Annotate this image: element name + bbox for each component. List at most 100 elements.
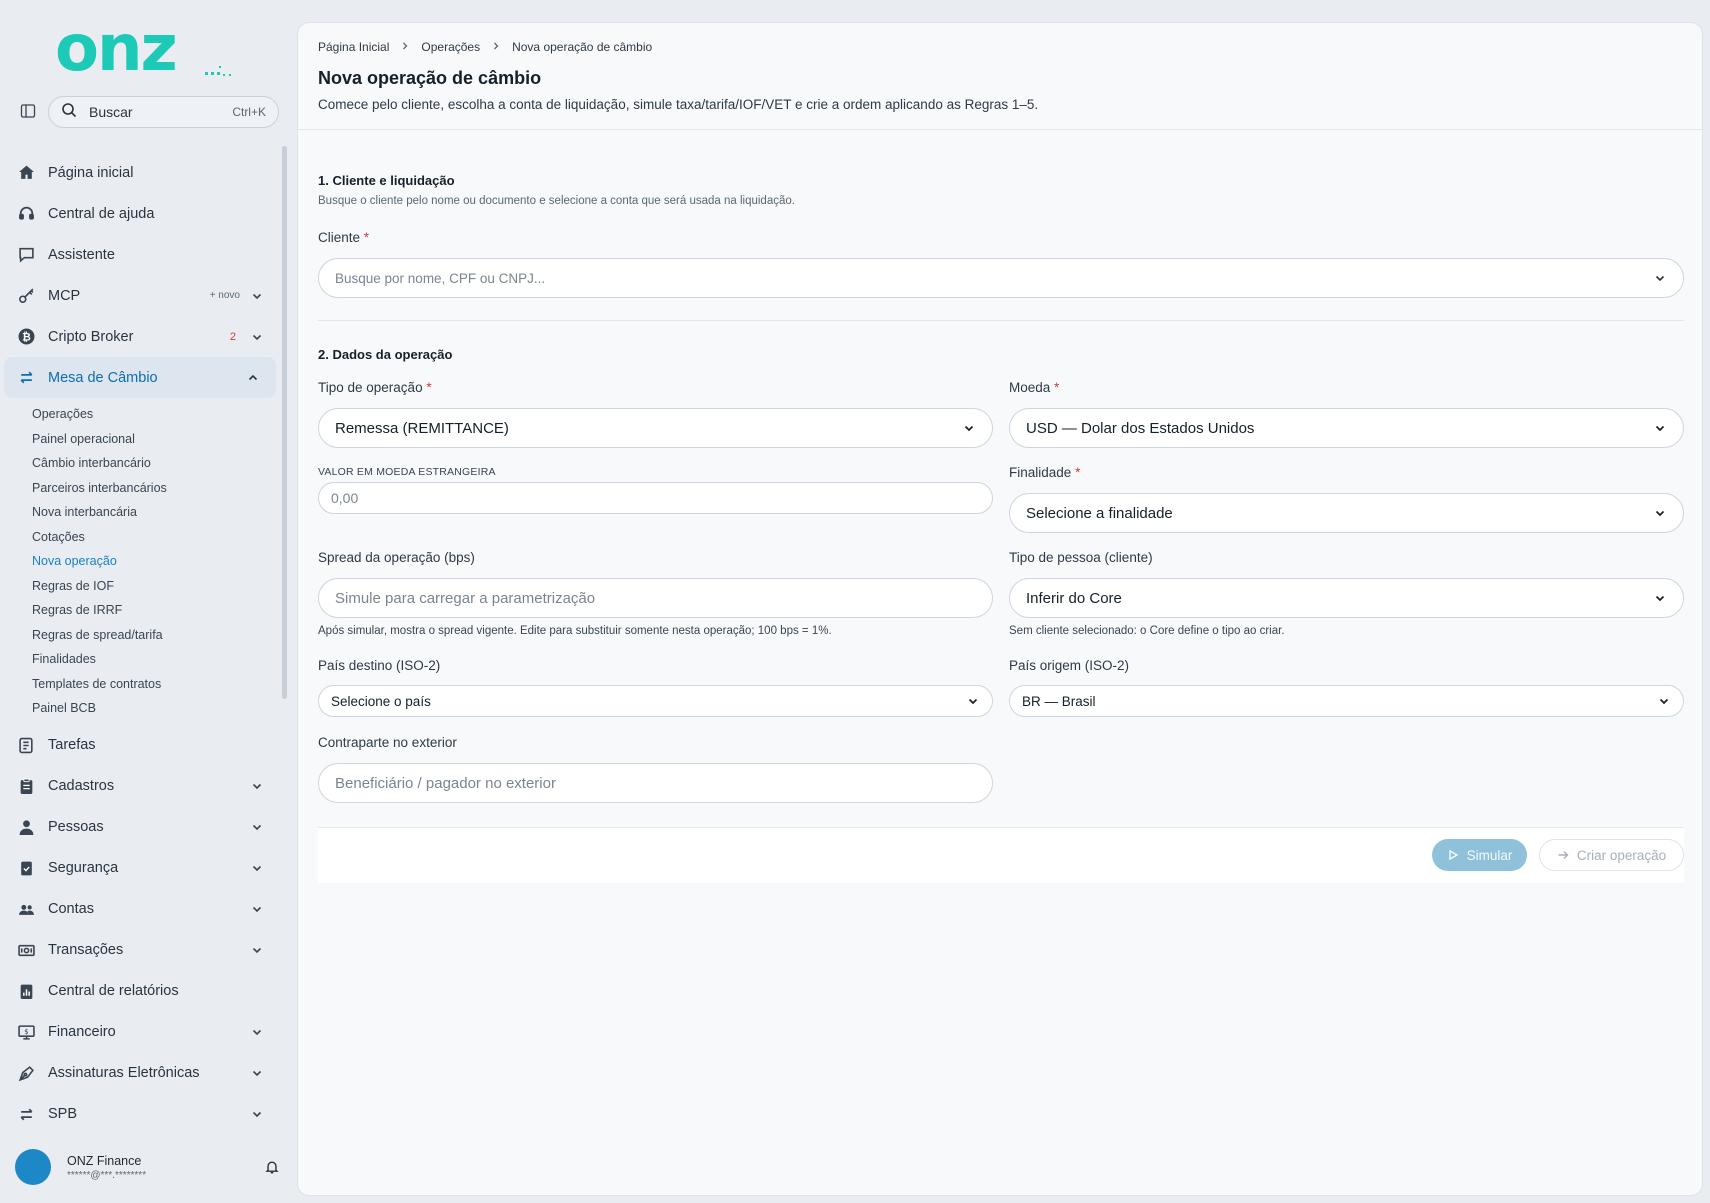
pais-destino-value: Selecione o país [331,693,431,709]
chevron-down-icon [250,861,264,875]
sidebar-item-central-de-ajuda[interactable]: Central de ajuda [0,193,280,234]
sidebar-item-contas[interactable]: Contas [0,889,280,930]
mesa-de-cambio-submenu: Operações Painel operacional Câmbio inte… [0,402,280,721]
tipo-operacao-select[interactable]: Remessa (REMITTANCE) [318,408,993,448]
pais-destino-select[interactable]: Selecione o país [318,685,993,717]
page-subtitle: Comece pelo cliente, escolha a conta de … [318,97,1039,112]
valor-placeholder: 0,00 [331,490,359,506]
user-profile[interactable]: ONZ Finance ******@***.******** [15,1147,280,1187]
submenu-item-nova-operacao[interactable]: Nova operação [32,549,280,574]
sidebar-item-cripto-broker[interactable]: ₿ Cripto Broker 2 [0,316,280,357]
cliente-label-text: Cliente [318,230,361,245]
sidebar-item-pessoas[interactable]: Pessoas [0,807,280,848]
sidebar-item-seguranca[interactable]: Segurança [0,848,280,889]
sidebar-item-pagina-inicial[interactable]: Página inicial [0,152,280,193]
moeda-select[interactable]: USD — Dolar dos Estados Unidos [1009,408,1684,448]
finalidade-select[interactable]: Selecione a finalidade [1009,493,1684,533]
sidebar-item-cadastros[interactable]: Cadastros [0,766,280,807]
sidebar-item-mesa-de-cambio[interactable]: Mesa de Câmbio [4,357,276,398]
finance-icon: $ [16,1022,36,1042]
sidebar-scrollbar[interactable] [282,146,287,699]
sidebar-item-mcp[interactable]: MCP + novo [0,275,280,316]
sidebar-item-label: Cadastros [48,778,115,794]
avatar [15,1149,51,1185]
submenu-item-regras-de-spread[interactable]: Regras de spread/tarifa [32,623,280,648]
sidebar-item-label: Central de ajuda [48,205,155,222]
home-icon [16,163,36,183]
section-cliente: 1. Cliente e liquidação Busque o cliente… [318,173,795,207]
page-title: Nova operação de câmbio [318,68,542,88]
people-icon [16,899,36,919]
exchange-icon [16,368,36,388]
section-title: 1. Cliente e liquidação [318,173,455,188]
create-operation-label: Criar operação [1576,847,1667,863]
signature-icon [16,1063,36,1083]
breadcrumb: Página Inicial Operações Nova operação d… [318,40,1682,54]
simulate-button[interactable]: Simular [1432,839,1527,871]
tipo-operacao-label-text: Tipo de operação [318,380,423,395]
user-name: ONZ Finance [67,1153,142,1168]
submenu-item-finalidades[interactable]: Finalidades [32,647,280,672]
required-marker: * [1075,465,1081,480]
section-description: Busque o cliente pelo nome ou documento … [318,195,795,207]
chevron-up-icon [246,371,260,385]
tipo-operacao-value: Remessa (REMITTANCE) [335,419,509,437]
submenu-item-painel-operacional[interactable]: Painel operacional [32,427,280,452]
sidebar-toggle-icon[interactable] [18,101,38,121]
sidebar-item-transacoes[interactable]: Transações [0,930,280,971]
submenu-item-parceiros-interbancarios[interactable]: Parceiros interbancários [32,476,280,501]
chevron-right-icon [492,41,500,53]
sidebar-item-label: Mesa de Câmbio [48,369,158,386]
chevron-down-icon [250,820,264,834]
user-email: ******@***.******** [67,1169,147,1181]
tasks-icon [16,735,36,755]
chevron-down-icon [1653,421,1667,435]
create-operation-button[interactable]: Criar operação [1539,839,1684,871]
contraparte-placeholder: Beneficiário / pagador no exterior [335,774,556,792]
breadcrumb-item-pagina-inicial[interactable]: Página Inicial [318,40,389,54]
submenu-item-regras-de-iof[interactable]: Regras de IOF [32,574,280,599]
valor-input[interactable]: 0,00 [318,482,993,514]
submenu-item-cambio-interbancario[interactable]: Câmbio interbancário [32,451,280,476]
submenu-item-cotacoes[interactable]: Cotações [32,525,280,550]
bell-icon[interactable] [264,1159,280,1175]
sidebar-item-label: Financeiro [48,1024,116,1040]
contraparte-input[interactable]: Beneficiário / pagador no exterior [318,763,993,803]
submenu-item-operacoes[interactable]: Operações [32,402,280,427]
pais-origem-value: BR — Brasil [1022,693,1096,709]
sidebar-item-spb[interactable]: SPB [0,1094,280,1135]
submenu-item-painel-bcb[interactable]: Painel BCB [32,696,280,721]
cliente-label: Cliente * [318,230,369,245]
sidebar-item-assistente[interactable]: Assistente [0,234,280,275]
headset-icon [16,204,36,224]
sidebar-item-label: Página inicial [48,164,134,181]
tipo-pessoa-select[interactable]: Inferir do Core [1009,578,1684,618]
tipo-pessoa-label: Tipo de pessoa (cliente) [1009,550,1153,565]
required-marker: * [363,230,370,245]
cliente-select[interactable]: Busque por nome, CPF ou CNPJ... [318,258,1684,298]
spread-input[interactable]: Simule para carregar a parametrização [318,578,993,618]
submenu-item-nova-interbancaria[interactable]: Nova interbancária [32,500,280,525]
search-input[interactable]: Buscar Ctrl+K [48,96,279,128]
submenu-item-regras-de-irrf[interactable]: Regras de IRRF [32,598,280,623]
tipo-pessoa-hint: Sem cliente selecionado: o Core define o… [1009,625,1285,637]
sidebar-item-central-de-relatorios[interactable]: Central de relatórios [0,971,280,1012]
user-info: ONZ Finance ******@***.******** [67,1154,264,1181]
breadcrumb-item-operacoes[interactable]: Operações [421,40,480,54]
sidebar-item-label: SPB [48,1106,78,1122]
moeda-value: USD — Dolar dos Estados Unidos [1026,419,1255,437]
sidebar-item-tarefas[interactable]: Tarefas [0,725,280,766]
pais-origem-select[interactable]: BR — Brasil [1009,685,1684,717]
sidebar-item-assinaturas-eletronicas[interactable]: Assinaturas Eletrônicas [0,1053,280,1094]
bitcoin-icon: ₿ [16,327,36,347]
onz-logo[interactable]: onz [55,12,235,86]
submenu-item-templates-de-contratos[interactable]: Templates de contratos [32,672,280,697]
svg-text:onz: onz [55,22,176,78]
chevron-down-icon [250,943,264,957]
tipo-operacao-label: Tipo de operação * [318,380,432,395]
required-marker: * [426,380,432,395]
sidebar-item-financeiro[interactable]: $ Financeiro [0,1012,280,1053]
sidebar-nav: Página inicial Central de ajuda Assisten… [0,152,280,1135]
shield-icon [16,858,36,878]
sidebar-item-label: MCP [48,287,81,304]
